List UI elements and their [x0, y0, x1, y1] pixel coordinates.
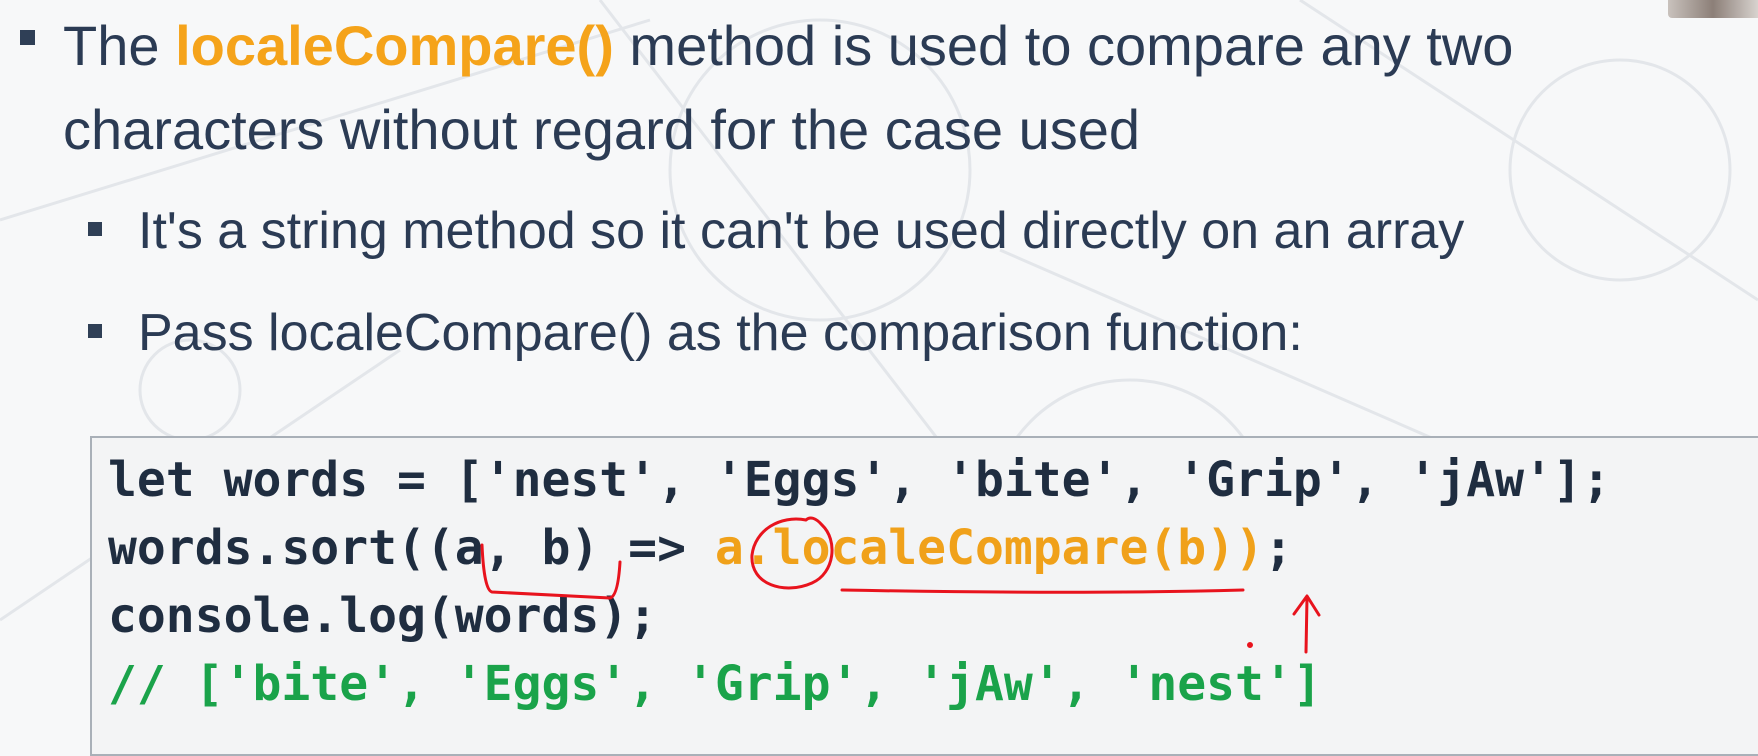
code-block: let words = ['nest', 'Eggs', 'bite', 'Gr… [90, 436, 1758, 756]
bullet-sub-1-text: It's a string method so it can't be used… [138, 202, 1465, 260]
code-line-1: let words = ['nest', 'Eggs', 'bite', 'Gr… [108, 452, 1611, 508]
code-line-2-highlight: a.localeCompare(b)) [714, 520, 1264, 576]
bullet-sub-2-text: Pass localeCompare() as the comparison f… [138, 304, 1303, 362]
method-highlight: localeCompare() [175, 14, 614, 77]
bullet-sub-2: Pass localeCompare() as the comparison f… [88, 300, 1303, 366]
bullet-square-icon [88, 324, 102, 338]
bullet-main: The localeCompare() method is used to co… [20, 4, 1660, 172]
slide-content: The localeCompare() method is used to co… [0, 0, 1758, 756]
code-line-2-start: words.sort((a, b) => [108, 520, 715, 576]
bullet-main-text: The localeCompare() method is used to co… [63, 4, 1660, 172]
code-line-2: words.sort((a, b) => a.localeCompare(b))… [108, 518, 1293, 578]
code-line-2-end: ; [1263, 520, 1293, 576]
code-line-3: console.log(words); [108, 588, 658, 644]
bullet-main-prefix: The [63, 14, 176, 77]
code-line-4-comment: // ['bite', 'Eggs', 'Grip', 'jAw', 'nest… [108, 656, 1322, 712]
bullet-square-icon [20, 30, 35, 45]
bullet-square-icon [88, 222, 102, 236]
bullet-sub-1: It's a string method so it can't be used… [88, 198, 1464, 264]
